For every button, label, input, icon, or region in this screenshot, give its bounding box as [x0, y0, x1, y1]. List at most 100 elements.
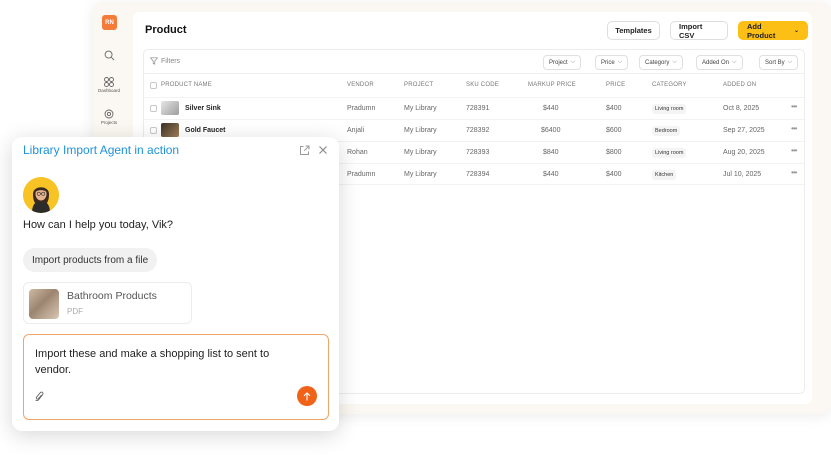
filter-icon [150, 57, 158, 65]
chevron-down-icon: ⌵ [617, 59, 623, 65]
col-vendor: VENDOR [347, 82, 374, 88]
page-title: Product [145, 24, 187, 36]
sku-cell: 728394 [466, 171, 490, 178]
projects-icon [104, 109, 114, 119]
agent-greeting: How can I help you today, Vik? [23, 219, 174, 231]
suggestion-chip[interactable]: Import products from a file [23, 248, 158, 272]
added-on-cell: Sep 27, 2025 [723, 127, 765, 134]
dashboard-icon [104, 77, 114, 87]
chat-controls [299, 145, 328, 156]
rail-search-button[interactable] [93, 50, 125, 61]
price-cell: $400 [606, 105, 622, 112]
sort-by-filter-label: Sort By [765, 59, 785, 66]
markup-cell: $840 [543, 149, 559, 156]
project-cell: My Library [404, 171, 437, 178]
product-thumbnail [161, 101, 179, 115]
added-on-filter[interactable]: Added On ⌵ [696, 55, 743, 70]
sort-by-filter[interactable]: Sort By ⌵ [759, 55, 799, 70]
rail-projects-button[interactable]: Projects [93, 109, 125, 125]
agent-avatar [23, 177, 59, 213]
added-on-cell: Oct 8, 2025 [723, 105, 760, 112]
markup-cell: $6400 [541, 127, 561, 134]
close-icon[interactable] [318, 145, 328, 155]
more-options-icon[interactable]: ••• [791, 168, 797, 177]
search-icon [104, 50, 114, 61]
sku-cell: 728391 [466, 105, 490, 112]
table-row[interactable]: Silver Sink Pradumn My Library 728391 $4… [144, 97, 804, 119]
templates-button[interactable]: Templates [607, 21, 660, 40]
col-added-on: ADDED ON [723, 82, 757, 88]
project-cell: My Library [404, 127, 437, 134]
category-filter[interactable]: Category ⌵ [639, 55, 683, 70]
vendor-cell: Pradumn [347, 171, 376, 178]
price-cell: $400 [606, 171, 622, 178]
added-on-cell: Aug 20, 2025 [723, 149, 765, 156]
vendor-cell: Anjali [347, 127, 365, 134]
filters-label: Filters [161, 57, 181, 65]
category-tag: Bedroom [652, 126, 681, 136]
chevron-down-icon: ⌵ [570, 59, 576, 65]
rail-projects-label: Projects [100, 120, 118, 125]
rail-dashboard-button[interactable]: Dashboard [93, 77, 125, 93]
price-filter-label: Price [601, 59, 615, 66]
chat-title: Library Import Agent in action [23, 143, 180, 157]
project-cell: My Library [404, 105, 437, 112]
col-markup: MARKUP PRICE [528, 82, 576, 88]
arrow-up-icon [303, 391, 311, 400]
vendor-cell: Rohan [347, 149, 368, 156]
import-agent-chat-panel: Library Import Agent in action How can I… [12, 137, 339, 431]
col-sku: SKU CODE [466, 82, 499, 88]
price-cell: $600 [606, 127, 622, 134]
import-csv-button[interactable]: Import CSV [670, 21, 728, 40]
project-filter[interactable]: Project ⌵ [543, 55, 582, 70]
category-tag: Living room [652, 104, 687, 114]
file-thumbnail [29, 289, 59, 319]
message-input[interactable]: Import these and make a shopping list to… [23, 334, 329, 420]
file-name: Bathroom Products [67, 290, 157, 302]
price-filter[interactable]: Price ⌵ [595, 55, 629, 70]
more-options-icon[interactable]: ••• [791, 146, 797, 155]
file-type: PDF [67, 307, 83, 316]
category-tag: Kitchen [652, 170, 677, 180]
added-on-filter-label: Added On [702, 59, 730, 66]
more-options-icon[interactable]: ••• [791, 124, 797, 133]
sku-cell: 728392 [466, 127, 490, 134]
product-name[interactable]: Gold Faucet [185, 127, 225, 134]
add-product-button[interactable]: Add Product ⌄ [738, 21, 808, 40]
sku-cell: 728393 [466, 149, 490, 156]
row-checkbox[interactable] [150, 127, 157, 134]
markup-cell: $440 [543, 171, 559, 178]
filter-bar: Filters Project ⌵ Price ⌵ Category ⌵ Added … [144, 50, 804, 74]
added-on-cell: Jul 10, 2025 [723, 171, 762, 178]
rail-dashboard-label: Dashboard [97, 88, 120, 93]
row-checkbox[interactable] [150, 105, 157, 112]
col-price: PRICE [606, 82, 626, 88]
col-category: CATEGORY [652, 82, 687, 88]
attached-file-card[interactable]: Bathroom Products PDF [23, 282, 192, 324]
chevron-down-icon: ⌵ [787, 59, 793, 65]
app-logo: RN [102, 15, 117, 30]
select-all-checkbox[interactable] [150, 82, 157, 89]
filters-button[interactable]: Filters [150, 57, 180, 65]
send-button[interactable] [297, 386, 317, 406]
chevron-down-icon: ⌵ [672, 59, 677, 65]
product-name[interactable]: Silver Sink [185, 105, 221, 112]
avatar-illustration [23, 177, 59, 213]
price-cell: $800 [606, 149, 622, 156]
table-header: PRODUCT NAME VENDOR PROJECT SKU CODE MAR… [144, 74, 804, 96]
category-filter-label: Category [645, 59, 670, 66]
vendor-cell: Pradumn [347, 105, 376, 112]
open-external-icon[interactable] [299, 145, 310, 156]
add-product-label: Add Product [747, 21, 776, 40]
chevron-down-icon: ⌄ [793, 28, 799, 34]
project-filter-label: Project [549, 59, 568, 66]
markup-cell: $440 [543, 105, 559, 112]
chevron-down-icon: ⌵ [732, 59, 737, 65]
col-product-name: PRODUCT NAME [161, 82, 212, 88]
col-project: PROJECT [404, 82, 434, 88]
more-options-icon[interactable]: ••• [791, 102, 797, 111]
paperclip-icon[interactable] [35, 391, 44, 402]
message-text[interactable]: Import these and make a shopping list to… [35, 346, 305, 378]
category-tag: Living room [652, 148, 687, 158]
product-thumbnail [161, 123, 179, 137]
